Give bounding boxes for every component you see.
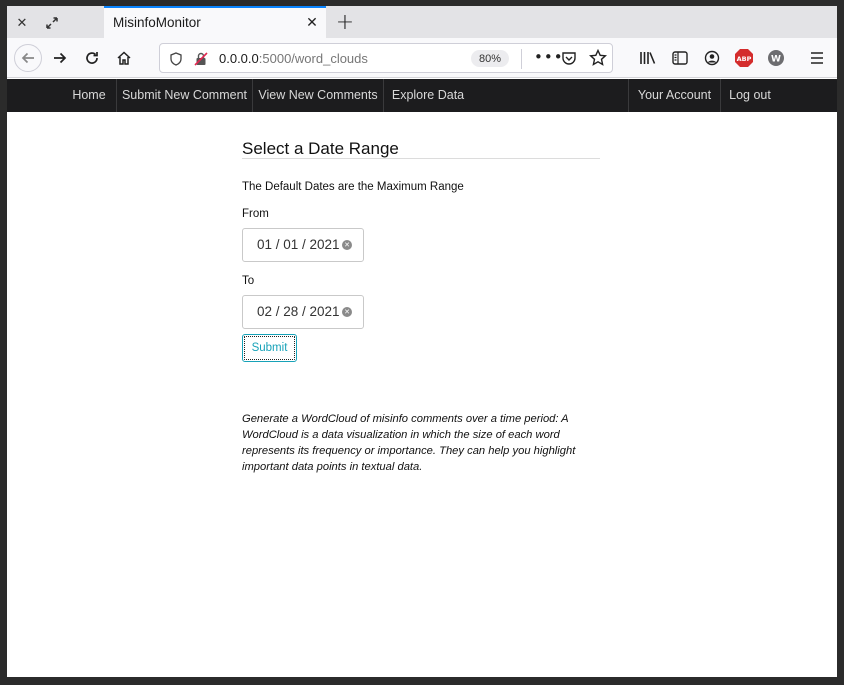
nav-explore-data[interactable]: Explore Data — [384, 79, 472, 112]
extension-w-icon[interactable]: W — [763, 45, 789, 71]
shield-icon[interactable] — [170, 51, 182, 70]
page-title: Select a Date Range — [242, 139, 399, 158]
tab-misinfomonitor[interactable]: MisinfoMonitor ✕ — [104, 6, 326, 39]
library-icon[interactable] — [635, 45, 661, 71]
to-date-value: 02 / 28 / 2021 — [257, 304, 340, 319]
sidebar-icon[interactable] — [667, 45, 693, 71]
from-label: From — [242, 208, 269, 220]
hamburger-menu-icon[interactable] — [804, 45, 830, 71]
url-text[interactable]: 0.0.0.0:5000/word_clouds — [219, 51, 368, 66]
nav-view-new-comments[interactable]: View New Comments — [253, 79, 383, 112]
restore-window-icon[interactable] — [41, 12, 63, 34]
nav-home[interactable]: Home — [62, 79, 116, 112]
adblock-plus-icon[interactable]: ABP — [731, 45, 757, 71]
navigation-toolbar: 0.0.0.0:5000/word_clouds 80% ••• ABP W — [7, 38, 837, 78]
bookmark-star-icon[interactable] — [588, 48, 608, 71]
tab-close-icon[interactable]: ✕ — [302, 13, 322, 33]
back-icon[interactable] — [14, 44, 42, 72]
abp-label: ABP — [737, 55, 752, 63]
url-bar[interactable]: 0.0.0.0:5000/word_clouds 80% ••• — [159, 43, 613, 73]
clear-from-date-icon[interactable]: ✕ — [342, 240, 352, 250]
home-icon[interactable] — [111, 45, 137, 71]
page-content: Select a Date Range The Default Dates ar… — [7, 112, 837, 677]
to-date-input[interactable]: 02 / 28 / 2021 ✕ — [242, 295, 364, 329]
url-path: :5000/word_clouds — [258, 51, 368, 66]
title-divider — [242, 158, 600, 159]
browser-window: ✕ MisinfoMonitor ✕ + 0.0.0.0:5000/word_c… — [7, 6, 837, 677]
nav-submit-new-comment[interactable]: Submit New Comment — [117, 79, 252, 112]
forward-icon[interactable] — [47, 45, 73, 71]
reload-icon[interactable] — [79, 45, 105, 71]
pocket-icon[interactable] — [561, 50, 577, 70]
submit-button[interactable]: Submit — [242, 334, 297, 362]
insecure-lock-icon[interactable] — [194, 51, 208, 70]
wordcloud-description: Generate a WordCloud of misinfo comments… — [242, 413, 576, 473]
from-date-value: 01 / 01 / 2021 — [257, 237, 340, 252]
zoom-level-badge[interactable]: 80% — [471, 50, 509, 67]
account-icon[interactable] — [699, 45, 725, 71]
site-navbar: Home Submit New Comment View New Comment… — [7, 79, 837, 112]
tab-bar: ✕ MisinfoMonitor ✕ + — [7, 6, 837, 39]
to-label: To — [242, 275, 255, 287]
more-actions-icon[interactable]: ••• — [534, 48, 564, 66]
close-window-icon[interactable]: ✕ — [11, 12, 33, 34]
url-host: 0.0.0.0 — [219, 51, 259, 66]
tab-title: MisinfoMonitor — [113, 15, 201, 30]
nav-log-out[interactable]: Log out — [721, 79, 779, 112]
clear-to-date-icon[interactable]: ✕ — [342, 307, 352, 317]
new-tab-icon[interactable]: + — [334, 10, 356, 35]
form-subtitle: The Default Dates are the Maximum Range — [242, 181, 464, 193]
nav-your-account[interactable]: Your Account — [629, 79, 720, 112]
url-separator — [521, 49, 522, 69]
from-date-input[interactable]: 01 / 01 / 2021 ✕ — [242, 228, 364, 262]
w-label: W — [771, 55, 781, 65]
